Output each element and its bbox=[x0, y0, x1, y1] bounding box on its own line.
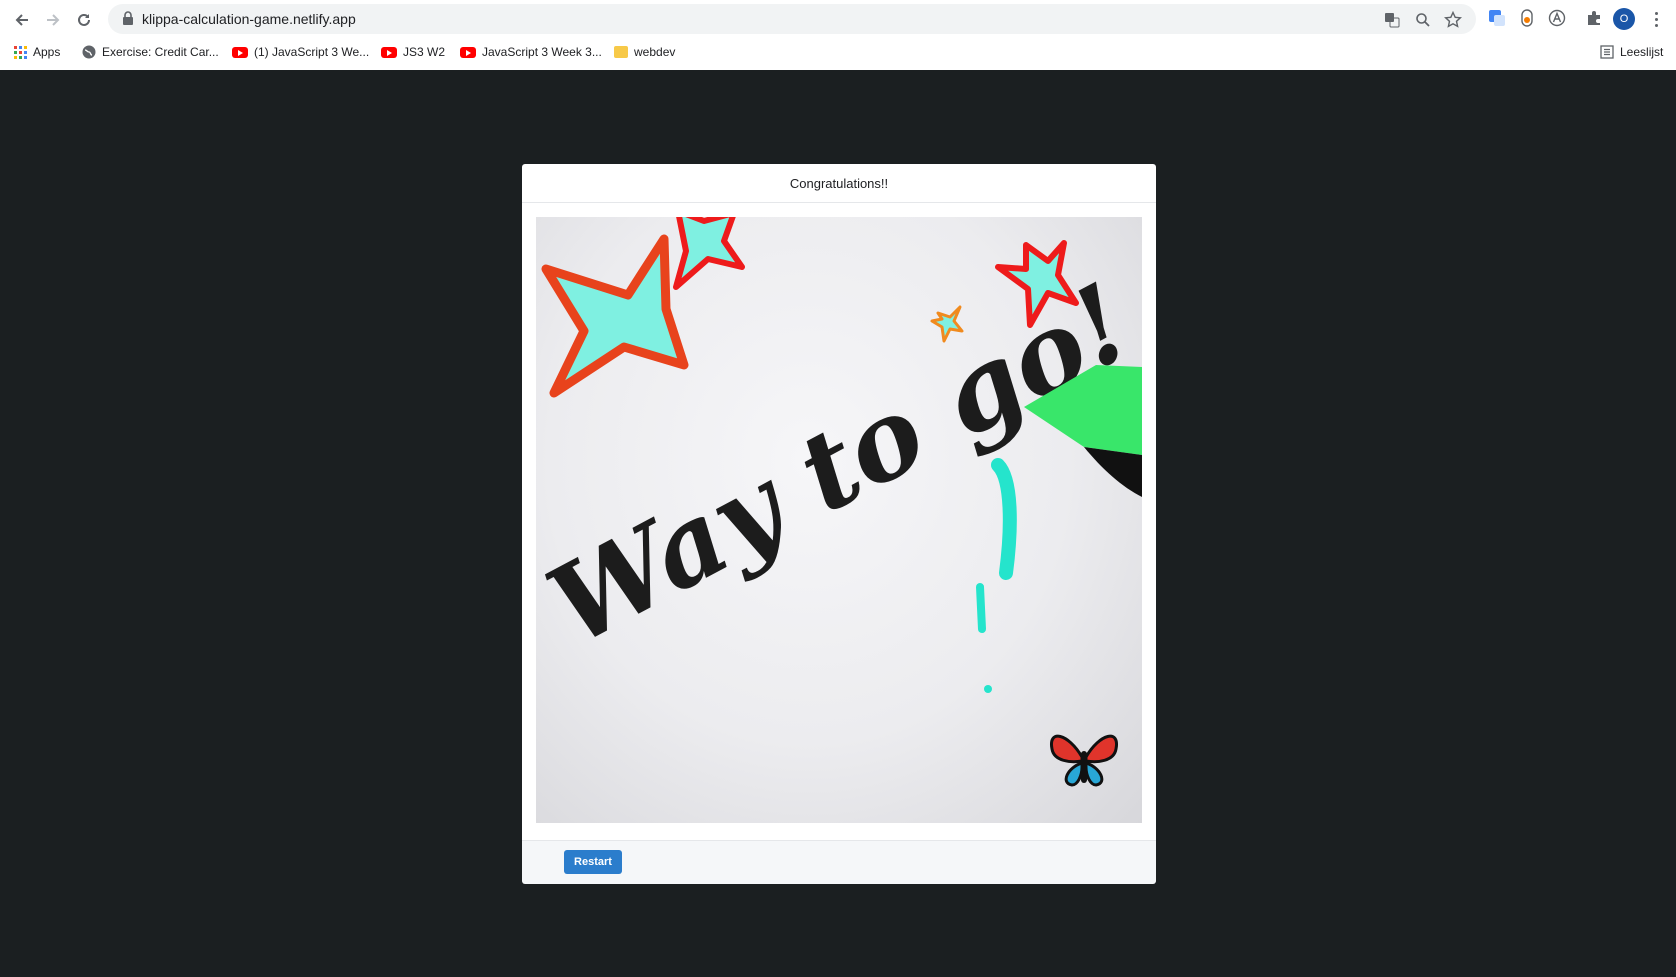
browser-chrome: klippa-calculation-game.netlify.app O Ap bbox=[0, 0, 1676, 70]
restart-button[interactable]: Restart bbox=[564, 850, 622, 874]
reading-list-icon bbox=[1600, 45, 1614, 59]
google-translate-extension-icon[interactable] bbox=[1486, 7, 1508, 29]
bookmark-label: JS3 W2 bbox=[403, 45, 446, 59]
star-icon bbox=[541, 234, 689, 398]
reading-list-label: Leeslijst bbox=[1620, 45, 1664, 59]
bookmark-js3-w2[interactable]: JS3 W2 bbox=[381, 42, 445, 62]
youtube-icon bbox=[232, 46, 248, 58]
bookmark-label: webdev bbox=[634, 45, 676, 59]
congratulations-modal: Congratulations!! Way to go! bbox=[522, 164, 1156, 884]
extension-orange-icon[interactable] bbox=[1516, 7, 1538, 29]
profile-avatar[interactable]: O bbox=[1613, 8, 1635, 30]
bookmark-label: Apps bbox=[33, 45, 61, 59]
extension-a-icon[interactable] bbox=[1546, 7, 1568, 29]
lock-icon bbox=[123, 11, 133, 25]
browser-menu-icon[interactable] bbox=[1650, 8, 1662, 30]
butterfly-icon bbox=[1050, 734, 1118, 787]
url-text: klippa-calculation-game.netlify.app bbox=[142, 11, 356, 27]
bookmark-javascript-3-week-3[interactable]: JavaScript 3 Week 3... bbox=[460, 42, 602, 62]
reload-icon bbox=[78, 13, 90, 26]
reading-list-button[interactable]: Leeslijst bbox=[1600, 42, 1663, 62]
exclamation-drip bbox=[991, 458, 1017, 580]
bookmark-label: Exercise: Credit Car... bbox=[102, 45, 219, 59]
globe-icon bbox=[82, 45, 96, 59]
bookmark-apps[interactable]: Apps bbox=[14, 42, 60, 62]
apps-grid-icon bbox=[14, 45, 27, 59]
translate-icon[interactable] bbox=[1381, 9, 1403, 31]
youtube-icon bbox=[381, 46, 397, 58]
bookmark-star-icon[interactable] bbox=[1442, 9, 1464, 31]
extensions-puzzle-icon[interactable] bbox=[1583, 7, 1605, 29]
bookmark-exercise-credit-card[interactable]: Exercise: Credit Car... bbox=[82, 42, 219, 62]
bookmark-webdev-folder[interactable]: webdev bbox=[614, 42, 675, 62]
address-bar[interactable]: klippa-calculation-game.netlify.app bbox=[108, 4, 1476, 34]
celebration-illustration: Way to go! bbox=[536, 217, 1142, 787]
folder-icon bbox=[614, 46, 628, 58]
star-icon bbox=[673, 217, 745, 290]
bookmark-javascript-3-week[interactable]: (1) JavaScript 3 We... bbox=[232, 42, 369, 62]
reload-button[interactable] bbox=[70, 6, 98, 34]
bookmark-label: JavaScript 3 Week 3... bbox=[482, 45, 602, 59]
modal-title: Congratulations!! bbox=[789, 175, 889, 191]
bookmark-label: (1) JavaScript 3 We... bbox=[254, 45, 370, 59]
forward-arrow-icon bbox=[47, 14, 60, 26]
modal-header: Congratulations!! bbox=[522, 164, 1156, 203]
forward-button[interactable] bbox=[39, 6, 67, 34]
bookmarks-bar: Apps Exercise: Credit Car... (1) JavaScr… bbox=[0, 38, 1676, 64]
back-arrow-icon bbox=[15, 14, 28, 26]
zoom-icon[interactable] bbox=[1412, 9, 1434, 31]
back-button[interactable] bbox=[8, 6, 36, 34]
way-to-go-image: Way to go! bbox=[536, 217, 1142, 823]
youtube-icon bbox=[460, 46, 476, 58]
